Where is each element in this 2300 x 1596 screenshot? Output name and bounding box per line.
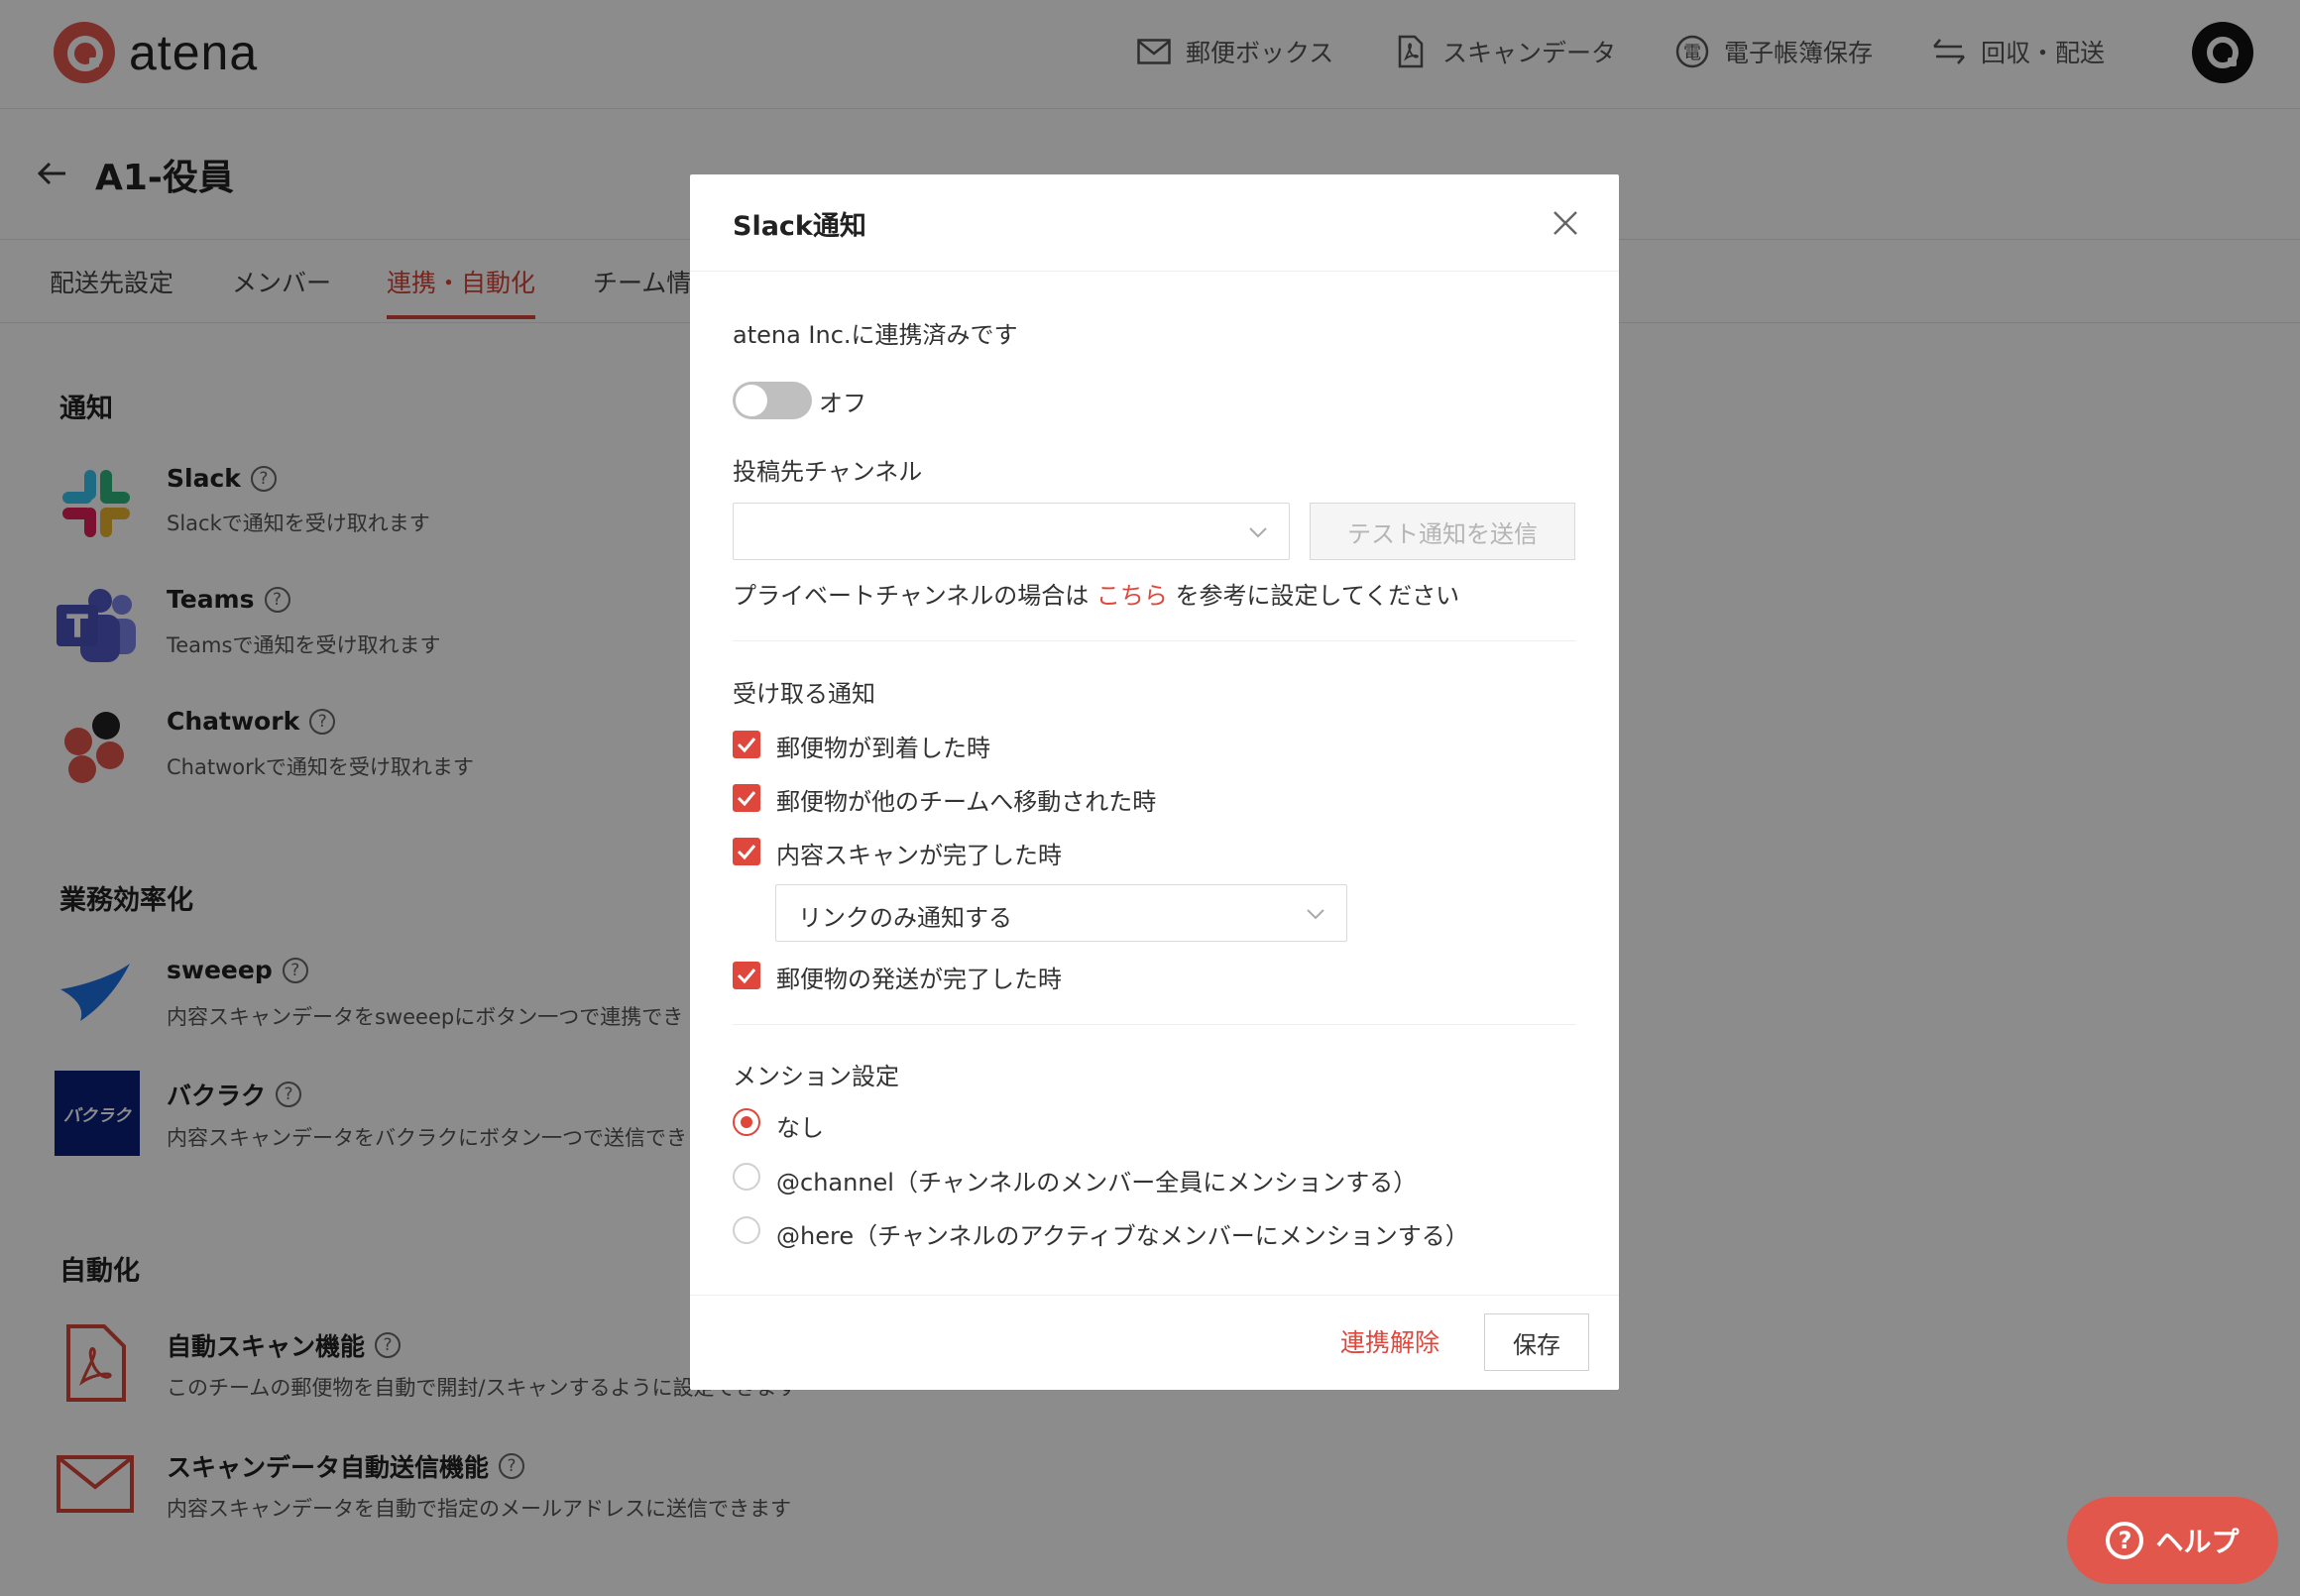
help-button[interactable]: ? ヘルプ <box>2067 1497 2278 1584</box>
check-icon <box>737 969 756 984</box>
channel-label: 投稿先チャンネル <box>733 458 923 486</box>
scan-notify-mode-select[interactable]: リンクのみ通知する <box>775 884 1347 942</box>
checkbox-label: 郵便物の発送が完了した時 <box>776 966 1062 993</box>
checkbox-shipping-completed[interactable] <box>733 962 760 989</box>
modal-footer: 連携解除 保存 <box>690 1295 1619 1390</box>
radio-label: なし <box>776 1114 824 1142</box>
radio-mention-none[interactable] <box>733 1108 760 1136</box>
modal-title: Slack通知 <box>733 211 866 242</box>
checkbox-label: 内容スキャンが完了した時 <box>776 842 1062 869</box>
modal-header: Slack通知 <box>690 174 1619 272</box>
chevron-down-icon <box>1307 909 1324 920</box>
radio-mention-here[interactable] <box>733 1216 760 1244</box>
scan-notify-mode-value: リンクのみ通知する <box>798 904 1012 932</box>
save-button[interactable]: 保存 <box>1484 1313 1589 1371</box>
check-icon <box>737 791 756 807</box>
toggle-label: オフ <box>819 390 866 417</box>
private-help-text: プライベートチャンネルの場合は <box>733 582 1090 610</box>
mention-settings-label: メンション設定 <box>733 1063 899 1090</box>
connected-status-text: atena Inc.に連携済みです <box>733 321 1018 349</box>
notification-toggle[interactable] <box>733 382 812 419</box>
help-label: ヘルプ <box>2155 1526 2240 1558</box>
chevron-down-icon <box>1249 527 1267 538</box>
checkbox-mail-arrived[interactable] <box>733 731 760 758</box>
divider <box>733 1024 1576 1025</box>
divider <box>733 640 1576 641</box>
checkbox-mail-moved[interactable] <box>733 784 760 812</box>
checkbox-scan-completed[interactable] <box>733 838 760 865</box>
checkbox-label: 郵便物が到着した時 <box>776 735 990 762</box>
checkbox-label: 郵便物が他のチームへ移動された時 <box>776 788 1157 816</box>
unlink-button[interactable]: 連携解除 <box>1340 1323 1439 1359</box>
channel-select[interactable] <box>733 503 1290 560</box>
check-icon <box>737 738 756 753</box>
private-help-text: を参考に設定してください <box>1175 582 1460 610</box>
private-channel-help: プライベートチャンネルの場合は こちら を参考に設定してください <box>733 576 1459 611</box>
receive-notifications-label: 受け取る通知 <box>733 680 875 708</box>
slack-notification-modal: Slack通知 atena Inc.に連携済みです オフ 投稿先チャンネル テス… <box>690 174 1619 1390</box>
send-test-notification-button[interactable]: テスト通知を送信 <box>1310 503 1575 560</box>
radio-mention-channel[interactable] <box>733 1163 760 1191</box>
private-help-link[interactable]: こちら <box>1096 582 1168 610</box>
radio-label: @channel（チャンネルのメンバー全員にメンションする） <box>776 1169 1418 1197</box>
close-icon[interactable] <box>1549 206 1582 240</box>
check-icon <box>737 845 756 860</box>
help-question-icon: ? <box>2106 1522 2144 1559</box>
radio-label: @here（チャンネルのアクティブなメンバーにメンションする） <box>776 1222 1469 1250</box>
